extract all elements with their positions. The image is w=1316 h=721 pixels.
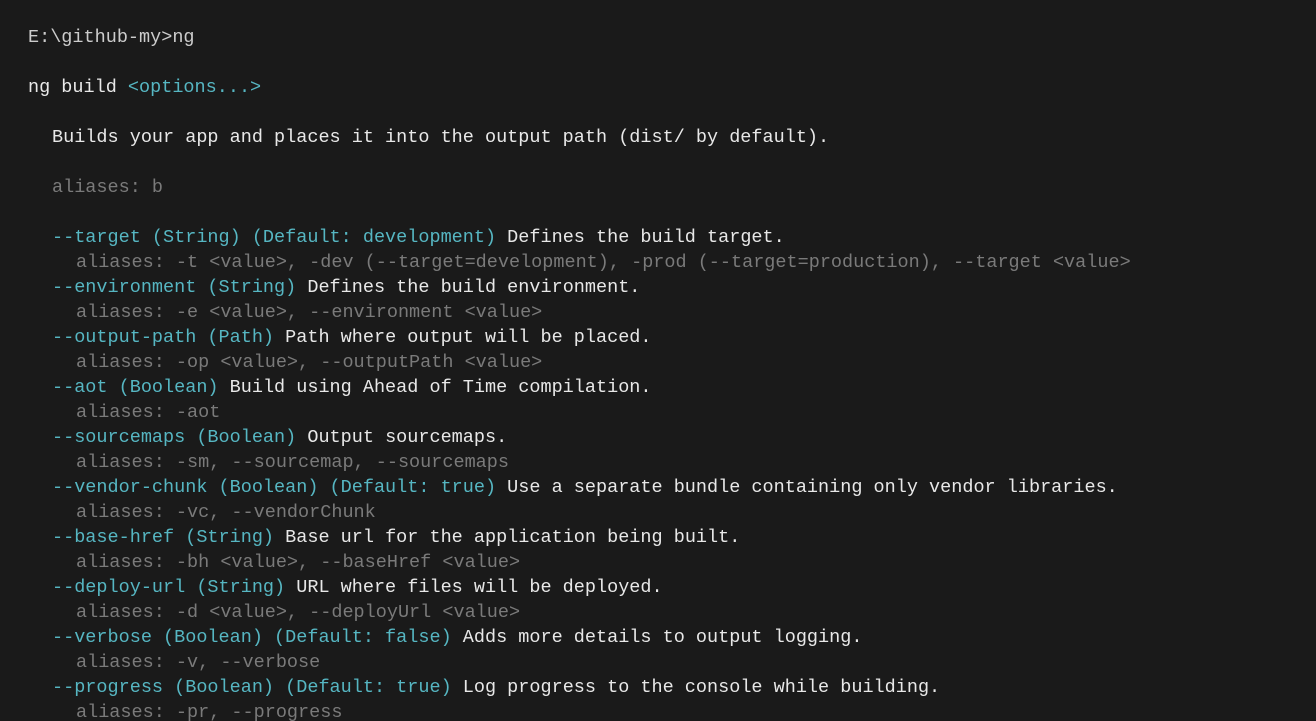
option-description: Log progress to the console while buildi… (452, 677, 940, 698)
option-description: Use a separate bundle containing only ve… (496, 477, 1118, 498)
option-description: Output sourcemaps. (296, 427, 507, 448)
option-line: --progress (Boolean) (Default: true) Log… (28, 675, 1316, 700)
option-aliases: aliases: -aot (28, 400, 1316, 425)
option-flag: --vendor-chunk (Boolean) (Default: true) (52, 477, 496, 498)
option-aliases: aliases: -vc, --vendorChunk (28, 500, 1316, 525)
option-description: Path where output will be placed. (274, 327, 651, 348)
option-line: --target (String) (Default: development)… (28, 225, 1316, 250)
option-description: Adds more details to output logging. (452, 627, 863, 648)
option-aliases: aliases: -bh <value>, --baseHref <value> (28, 550, 1316, 575)
option-aliases: aliases: -t <value>, -dev (--target=deve… (28, 250, 1316, 275)
prompt-path: E:\github-my> (28, 27, 172, 48)
option-description: Base url for the application being built… (274, 527, 740, 548)
usage-options: <options...> (128, 77, 261, 98)
option-aliases: aliases: -d <value>, --deployUrl <value> (28, 600, 1316, 625)
option-description: Build using Ahead of Time compilation. (219, 377, 652, 398)
option-line: --output-path (Path) Path where output w… (28, 325, 1316, 350)
option-flag: --deploy-url (String) (52, 577, 285, 598)
option-line: --sourcemaps (Boolean) Output sourcemaps… (28, 425, 1316, 450)
command-entered: ng (172, 27, 194, 48)
option-description: URL where files will be deployed. (285, 577, 662, 598)
usage-cmd: ng build (28, 77, 128, 98)
option-flag: --verbose (Boolean) (Default: false) (52, 627, 452, 648)
terminal-output: E:\github-my>ng ng build <options...> Bu… (0, 0, 1316, 721)
option-line: --vendor-chunk (Boolean) (Default: true)… (28, 475, 1316, 500)
option-description: Defines the build environment. (296, 277, 640, 298)
option-flag: --base-href (String) (52, 527, 274, 548)
option-aliases: aliases: -sm, --sourcemap, --sourcemaps (28, 450, 1316, 475)
option-flag: --output-path (Path) (52, 327, 274, 348)
option-line: --aot (Boolean) Build using Ahead of Tim… (28, 375, 1316, 400)
option-aliases: aliases: -op <value>, --outputPath <valu… (28, 350, 1316, 375)
options-list: --target (String) (Default: development)… (28, 225, 1316, 721)
option-flag: --aot (Boolean) (52, 377, 219, 398)
option-aliases: aliases: -v, --verbose (28, 650, 1316, 675)
top-aliases: aliases: b (28, 175, 1316, 200)
option-flag: --progress (Boolean) (Default: true) (52, 677, 452, 698)
option-line: --verbose (Boolean) (Default: false) Add… (28, 625, 1316, 650)
prompt-line: E:\github-my>ng (28, 25, 1316, 50)
option-line: --base-href (String) Base url for the ap… (28, 525, 1316, 550)
option-flag: --target (String) (Default: development) (52, 227, 496, 248)
option-line: --environment (String) Defines the build… (28, 275, 1316, 300)
usage-line: ng build <options...> (28, 75, 1316, 100)
option-description: Defines the build target. (496, 227, 785, 248)
command-description: Builds your app and places it into the o… (28, 125, 1316, 150)
option-line: --deploy-url (String) URL where files wi… (28, 575, 1316, 600)
option-aliases: aliases: -e <value>, --environment <valu… (28, 300, 1316, 325)
option-aliases: aliases: -pr, --progress (28, 700, 1316, 721)
option-flag: --sourcemaps (Boolean) (52, 427, 296, 448)
option-flag: --environment (String) (52, 277, 296, 298)
